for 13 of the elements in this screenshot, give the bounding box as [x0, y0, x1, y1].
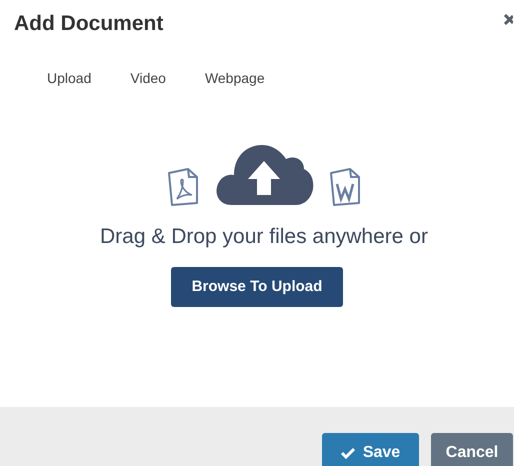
- drop-message: Drag & Drop your files anywhere or: [100, 224, 428, 250]
- pdf-file-icon: [166, 166, 200, 206]
- close-button[interactable]: [504, 14, 513, 26]
- word-file-icon: [328, 166, 362, 206]
- save-button[interactable]: Save: [322, 433, 419, 466]
- cancel-button[interactable]: Cancel: [431, 433, 513, 466]
- checkmark-icon: [340, 447, 355, 459]
- close-icon: [504, 14, 513, 26]
- tab[interactable]: Webpage: [204, 68, 265, 88]
- dialog-title: Add Document: [14, 11, 164, 37]
- browse-button[interactable]: Browse To Upload: [171, 267, 343, 307]
- tab[interactable]: Upload: [47, 68, 92, 88]
- tab[interactable]: Video: [130, 68, 166, 88]
